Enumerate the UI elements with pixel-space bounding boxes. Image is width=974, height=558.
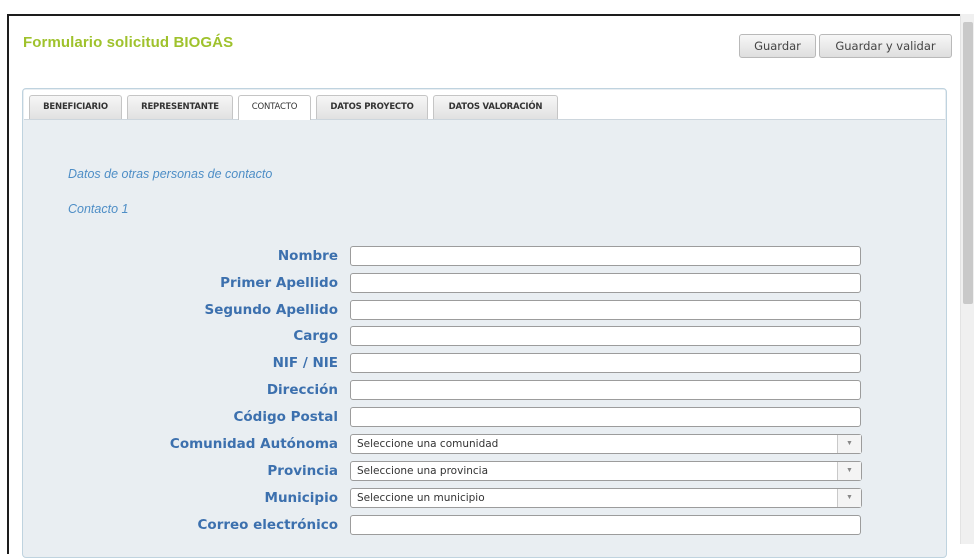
contact-subheading: Contacto 1 [68,202,129,216]
comunidad-selected-value: Seleccione una comunidad [357,438,499,450]
municipio-selected-value: Seleccione un municipio [357,492,485,504]
tab-representante[interactable]: REPRESENTANTE [127,95,233,119]
primer-apellido-field[interactable] [350,273,861,293]
segundo-apellido-field[interactable] [350,300,861,320]
tab-datos-valoracion[interactable]: DATOS VALORACIÓN [433,95,558,119]
comunidad-label: Comunidad Autónoma [169,436,338,452]
tab-bar: BENEFICIARIO REPRESENTANTE CONTACTO DATO… [24,90,945,120]
direccion-field[interactable] [350,380,861,400]
tab-contacto[interactable]: CONTACTO [238,95,311,120]
nombre-label: Nombre [277,248,338,264]
provincia-selected-value: Seleccione una provincia [357,465,489,477]
save-and-validate-button[interactable]: Guardar y validar [819,34,952,58]
page-title: Formulario solicitud BIOGÁS [23,34,234,51]
vertical-scrollbar[interactable] [960,14,974,544]
page-margin [0,0,7,544]
comunidad-select[interactable]: Seleccione una comunidad ▼ [350,434,862,454]
chevron-down-icon[interactable]: ▼ [837,435,861,453]
nif-field[interactable] [350,353,861,373]
municipio-select[interactable]: Seleccione un municipio ▼ [350,488,862,508]
correo-label: Correo electrónico [197,517,338,533]
correo-field[interactable] [350,515,861,535]
primer-apellido-label: Primer Apellido [220,275,338,291]
codigo-postal-field[interactable] [350,407,861,427]
section-heading: Datos de otras personas de contacto [68,167,273,181]
provincia-label: Provincia [267,463,338,479]
chevron-down-icon[interactable]: ▼ [837,489,861,507]
cargo-label: Cargo [293,328,338,344]
scrollbar-thumb[interactable] [963,22,973,304]
nombre-field[interactable] [350,246,861,266]
codigo-postal-label: Código Postal [233,409,338,425]
direccion-label: Dirección [266,382,338,398]
segundo-apellido-label: Segundo Apellido [204,302,339,318]
chevron-down-icon[interactable]: ▼ [837,462,861,480]
municipio-label: Municipio [264,490,338,506]
tab-beneficiario[interactable]: BENEFICIARIO [29,95,122,119]
provincia-select[interactable]: Seleccione una provincia ▼ [350,461,862,481]
tab-datos-proyecto[interactable]: DATOS PROYECTO [316,95,428,119]
save-button[interactable]: Guardar [739,34,816,58]
cargo-field[interactable] [350,326,861,346]
nif-label: NIF / NIE [272,355,338,371]
